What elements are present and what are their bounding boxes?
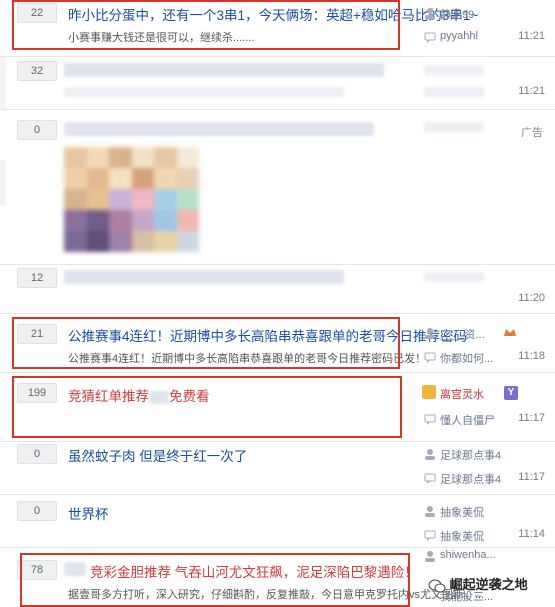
thread-title[interactable]: 虽然蚊子肉 但是终于红一次了 [68,445,247,465]
blurred-title [64,122,374,136]
author-icon [424,505,436,517]
blurred-replier [424,87,484,97]
reply-icon [424,472,436,484]
thread-row[interactable]: 0 世界杯 抽象美侃 抽象美侃 11:14 [0,495,555,548]
reply-icon [424,413,436,425]
last-replier[interactable]: 你都如何... [440,350,493,366]
highlight-box [12,0,400,50]
author-name[interactable]: 离宫灵水 [440,386,484,402]
last-reply-time: 11:17 [518,412,545,424]
thread-row[interactable]: 32 11:21 [0,57,555,110]
highlight-box [12,376,402,438]
highlight-box [12,317,400,369]
thread-row[interactable]: 0 虽然蚊子肉 但是终于红一次了 足球那点事4 足球那点事4 11:17 [0,442,555,495]
highlight-box [20,553,410,607]
wechat-icon [428,579,446,593]
game-badge-icon [503,326,517,338]
watermark-text: 崛起逆袭之地 [449,577,528,592]
last-replier[interactable]: 懂人自僵尸 [440,412,495,428]
reply-icon [424,31,436,43]
author-icon [424,448,436,460]
reply-count: 0 [17,444,57,464]
last-reply-time: 11:17 [518,471,545,483]
last-reply-time: 11:14 [518,528,545,540]
author-name[interactable]: 静涵99 [440,6,474,22]
blurred-ad-image [64,147,199,252]
blurred-abstract [64,87,344,97]
blurred-title [64,270,344,284]
author-name[interactable]: 足球那点事4 [440,447,501,463]
last-reply-time: 11:21 [518,85,545,97]
last-reply-time: 11:20 [518,292,545,304]
last-replier[interactable]: 足球那点事4 [440,471,501,487]
watermark: 崛起逆袭之地 [428,574,528,593]
blurred-title [64,63,384,77]
reply-count: 0 [17,501,57,521]
vip-icon [422,385,436,399]
reply-icon [424,351,436,363]
left-marker [0,160,6,205]
blurred-author [424,122,484,132]
reply-icon [424,529,436,541]
last-reply-time: 11:21 [518,30,545,42]
thread-title[interactable]: 世界杯 [68,503,109,523]
author-name[interactable]: 抽象美侃 [440,504,484,520]
last-reply-time: 11:18 [518,350,545,362]
blurred-author [424,65,484,75]
reply-count: 12 [17,268,57,288]
row-marker [0,57,6,109]
author-icon [424,327,436,339]
reply-count: 0 [17,120,57,140]
ad-label: 广告 [521,127,543,139]
reply-count: 32 [17,61,57,81]
thread-row[interactable]: 12 11:20 [0,265,555,314]
author-icon [424,7,436,19]
author-icon [424,550,436,562]
blurred-author [424,272,484,282]
author-name[interactable]: ____资... [440,326,485,342]
level-badge-icon: Y [504,386,518,400]
last-replier[interactable]: pyyahhl [440,30,478,42]
last-replier[interactable]: 抽象美侃 [440,528,484,544]
author-name[interactable]: shiwenha... [440,549,496,561]
